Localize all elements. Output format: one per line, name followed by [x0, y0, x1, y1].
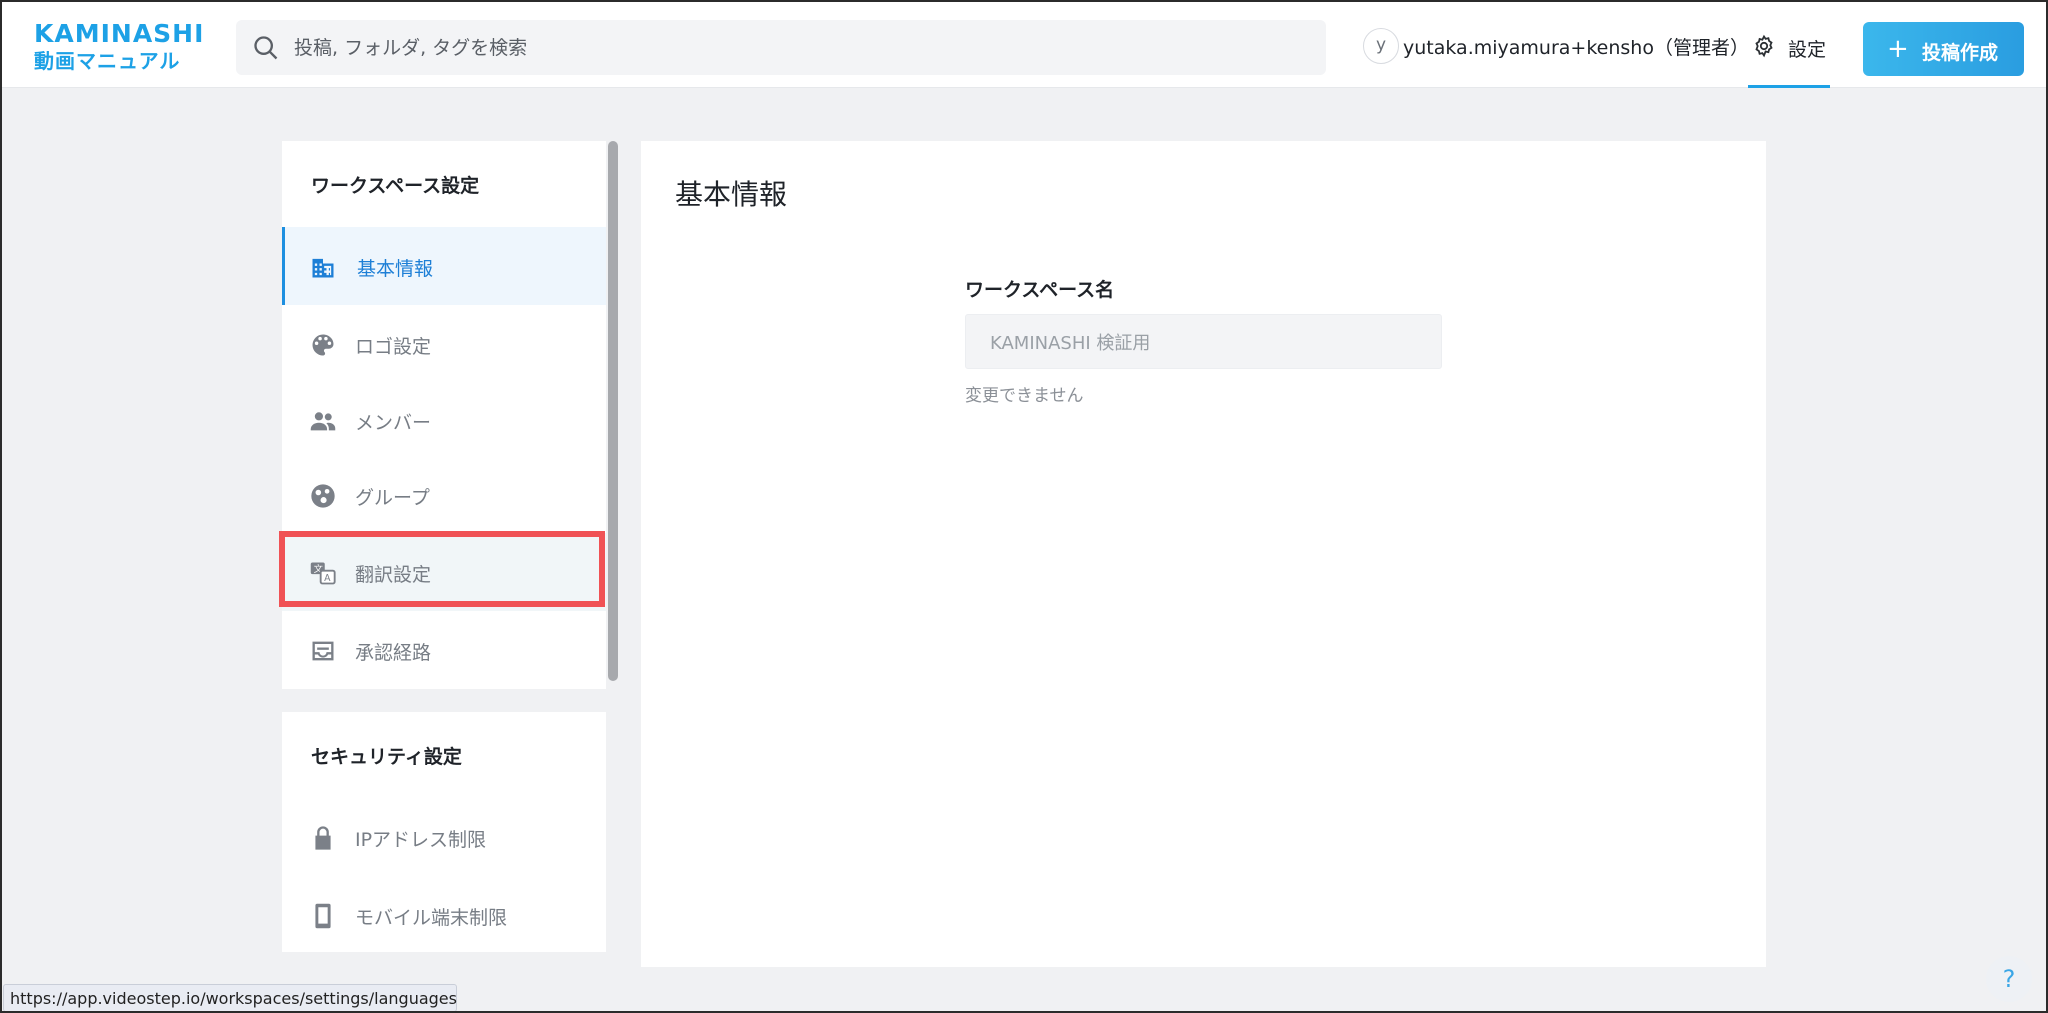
- inbox-icon: [312, 641, 334, 661]
- sidebar-item-label: モバイル端末制限: [355, 907, 508, 929]
- gear-icon: [1755, 34, 1773, 58]
- create-post-label: 投稿作成: [1922, 42, 1999, 64]
- settings-active-underline: [1748, 85, 1830, 88]
- palette-icon: [312, 334, 334, 356]
- group-icon: [311, 484, 335, 508]
- sidebar-item-label: IPアドレス制限: [355, 829, 487, 851]
- sidebar-item-label: ロゴ設定: [355, 336, 432, 358]
- sidebar-item-groups[interactable]: グループ: [282, 456, 610, 534]
- sidebar-item-translation-settings[interactable]: 文 A 翻訳設定: [282, 533, 610, 611]
- sidebar-item-logo-settings[interactable]: ロゴ設定: [282, 305, 610, 383]
- sidebar-item-label: 基本情報: [357, 258, 434, 280]
- workspace-settings-card: ワークスペース設定 基本情報 ロゴ設定 メンバー グループ 文 A 翻訳設定 承…: [282, 141, 610, 689]
- sidebar-item-basic-info[interactable]: 基本情報: [282, 227, 610, 305]
- search-input[interactable]: [294, 20, 1304, 75]
- sidebar-item-label: 承認経路: [355, 642, 432, 664]
- app-logo[interactable]: KAMINASHI 動画マニュアル: [34, 20, 204, 76]
- svg-text:A: A: [324, 573, 331, 584]
- sidebar-item-label: 翻訳設定: [355, 564, 432, 586]
- user-name[interactable]: yutaka.miyamura+kensho（管理者）: [1403, 33, 1749, 60]
- sidebar-item-members[interactable]: メンバー: [282, 381, 610, 459]
- page-title: 基本情報: [675, 178, 788, 211]
- create-post-button[interactable]: + 投稿作成: [1863, 22, 2024, 76]
- active-indicator: [282, 227, 285, 305]
- security-settings-card: セキュリティ設定 IPアドレス制限 モバイル端末制限: [282, 712, 610, 952]
- workspace-name-help: 変更できません: [965, 386, 1084, 406]
- sidebar-item-approval-route[interactable]: 承認経路: [282, 611, 610, 689]
- sidebar-item-label: メンバー: [355, 412, 432, 434]
- plus-icon: +: [1887, 34, 1909, 64]
- sidebar-scrollbar[interactable]: [608, 141, 618, 681]
- security-settings-title: セキュリティ設定: [311, 746, 462, 768]
- building-icon: [312, 258, 334, 278]
- lock-icon: [315, 826, 331, 850]
- status-bar-url: https://app.videostep.io/workspaces/sett…: [3, 984, 457, 1012]
- smartphone-icon: [315, 903, 331, 929]
- sidebar-item-ip-restriction[interactable]: IPアドレス制限: [282, 798, 610, 876]
- logo-wordmark: KAMINASHI: [34, 19, 205, 48]
- search-box[interactable]: [236, 20, 1326, 75]
- user-avatar[interactable]: y: [1363, 28, 1399, 64]
- main-panel: 基本情報 ワークスペース名 変更できません: [641, 141, 1766, 967]
- settings-link[interactable]: 設定: [1748, 0, 1830, 88]
- workspace-name-field: [965, 314, 1442, 369]
- sidebar-item-mobile-restriction[interactable]: モバイル端末制限: [282, 876, 610, 954]
- translate-icon: 文 A: [310, 562, 336, 585]
- workspace-settings-title: ワークスペース設定: [311, 175, 480, 197]
- logo-subtitle: 動画マニュアル: [34, 49, 181, 73]
- settings-label: 設定: [1788, 39, 1827, 61]
- workspace-name-label: ワークスペース名: [965, 279, 1115, 301]
- help-button[interactable]: ?: [1986, 956, 2032, 1002]
- sidebar-item-label: グループ: [355, 487, 430, 509]
- search-icon: [254, 36, 278, 60]
- top-header: KAMINASHI 動画マニュアル y yutaka.miyamura+kens…: [0, 0, 2048, 88]
- people-icon: [310, 412, 336, 431]
